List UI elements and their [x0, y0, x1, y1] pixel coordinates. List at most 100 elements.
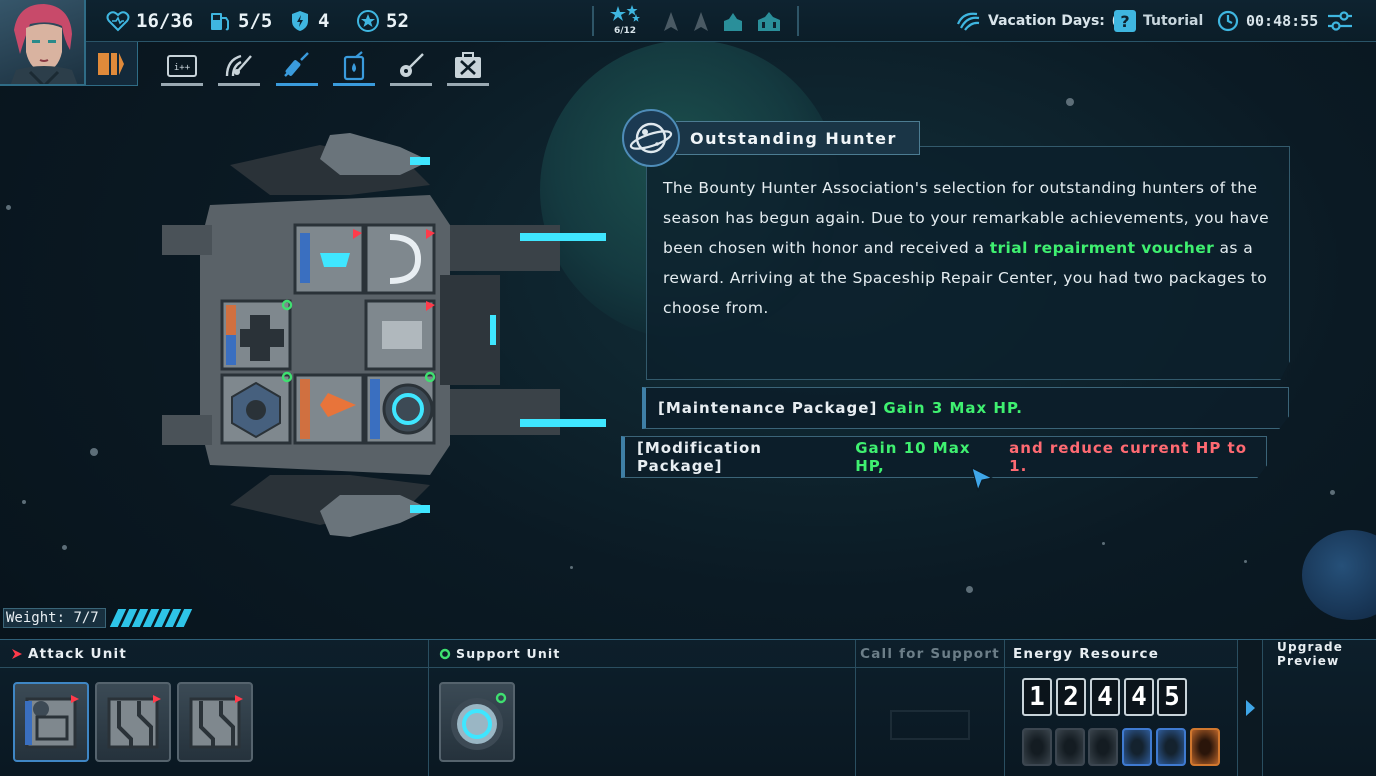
tool-guitar[interactable]	[390, 46, 432, 86]
attack-unit-card[interactable]	[13, 682, 89, 762]
option-label: [Modification Package]	[637, 439, 762, 475]
energy-number: 4	[1090, 678, 1120, 716]
tool-repair-kit[interactable]	[447, 46, 489, 86]
shield-icon	[292, 11, 308, 31]
flagship-icon	[758, 12, 780, 31]
expand-upgrade-button[interactable]	[1237, 640, 1262, 776]
energy-cell	[1022, 728, 1052, 766]
green-ring-icon	[439, 648, 451, 659]
tool-syringe[interactable]	[276, 46, 318, 86]
event-header: Outstanding Hunter	[622, 109, 920, 167]
ship-silhouette-icon	[664, 12, 678, 31]
fuel-stat: 5/5	[208, 8, 272, 34]
support-unit-label: Support Unit	[456, 646, 561, 661]
option-modification-package[interactable]: [Modification Package] Gain 10 Max HP, a…	[621, 436, 1267, 478]
energy-resource-label: Energy Resource	[1013, 645, 1160, 662]
heart-icon	[106, 11, 130, 32]
support-unit-header: Support Unit	[429, 640, 855, 668]
cannon-module-icon	[25, 695, 79, 749]
sliders-icon	[1328, 11, 1352, 31]
energy-cell	[1055, 728, 1085, 766]
event-text-highlight: trial repairment voucher	[989, 239, 1215, 257]
star-coin-icon	[357, 10, 379, 32]
shield-value: 4	[318, 10, 330, 32]
pilot-avatar[interactable]	[0, 0, 86, 86]
syringe-icon	[284, 52, 309, 77]
coin-stat: 52	[356, 8, 409, 34]
attack-unit-card[interactable]	[95, 682, 171, 762]
weight-bar	[109, 609, 192, 627]
gain-value: 3	[931, 399, 944, 417]
energy-resource-header: Energy Resource	[1005, 640, 1237, 668]
star	[62, 545, 67, 550]
support-unit-card[interactable]	[439, 682, 515, 762]
attack-unit-label: Attack Unit	[28, 645, 127, 662]
attack-unit-card[interactable]	[177, 682, 253, 762]
call-support-label: Call for Support	[860, 645, 1000, 662]
divider	[797, 6, 799, 36]
ship-silhouette-icon	[694, 12, 708, 31]
player-spaceship[interactable]	[150, 125, 620, 545]
mothership-icon	[724, 13, 742, 31]
clock-icon	[1217, 10, 1239, 32]
tool-radar[interactable]	[218, 46, 260, 86]
settings-button[interactable]	[1326, 9, 1354, 33]
repair-kit-icon	[455, 52, 481, 78]
stars-value: 6/12	[613, 26, 637, 36]
star-progress: 6/12	[606, 4, 644, 38]
hp-value: 16/36	[136, 10, 194, 32]
star	[6, 205, 11, 210]
planet-small	[1302, 530, 1376, 620]
star	[1066, 98, 1074, 106]
tutorial-label: Tutorial	[1143, 13, 1204, 29]
galaxy-icon	[956, 12, 980, 31]
chevron-right-icon	[1246, 700, 1255, 716]
mouse-cursor-icon	[971, 467, 994, 492]
timer-value: 00:48:55	[1246, 12, 1319, 30]
help-icon: ?	[1114, 10, 1136, 32]
option-gain: Gain 3 Max HP.	[883, 399, 1023, 417]
divider	[592, 6, 594, 36]
energy-cell	[1088, 728, 1118, 766]
coin-value: 52	[386, 10, 409, 32]
star	[966, 586, 973, 593]
call-support-header[interactable]: Call for Support	[856, 640, 1004, 668]
star	[22, 500, 26, 504]
hp-stat: 16/36	[106, 8, 193, 34]
energy-number: 1	[1022, 678, 1052, 716]
gain-word: Gain	[855, 439, 898, 457]
gain-value: 10	[903, 439, 927, 457]
tutorial-button[interactable]: ? Tutorial	[1114, 9, 1203, 33]
energy-cell	[1122, 728, 1152, 766]
spaceship-hull-icon	[162, 133, 606, 537]
event-title: Outstanding Hunter	[676, 121, 920, 155]
weight-value: 7/7	[73, 610, 99, 626]
tool-program[interactable]: i++	[161, 46, 203, 86]
tool-fuel-can[interactable]	[333, 46, 375, 86]
energy-number: 2	[1056, 678, 1086, 716]
fuel-value: 5/5	[238, 10, 273, 32]
gain-word: Gain	[883, 399, 926, 417]
planet-icon	[629, 122, 673, 154]
star	[1102, 542, 1105, 545]
energy-number: 5	[1157, 678, 1187, 716]
rail-module-icon	[107, 695, 161, 749]
star	[1244, 560, 1247, 563]
weight-label-box: Weight: 7/7	[3, 608, 106, 628]
svg-text:i++: i++	[174, 63, 191, 73]
planet-event-icon	[622, 109, 680, 167]
red-arrow-icon	[12, 648, 22, 659]
shield-stat: 4	[288, 8, 329, 34]
fuel-pump-icon	[211, 13, 229, 31]
vacation-days: Vacation Days: 0	[955, 9, 1121, 33]
logbook-icon	[98, 53, 124, 75]
star	[1330, 490, 1335, 495]
play-timer: 00:48:55	[1217, 9, 1318, 33]
guitar-icon	[400, 53, 424, 77]
radar-icon	[225, 54, 252, 77]
option-maintenance-package[interactable]: [Maintenance Package] Gain 3 Max HP.	[642, 387, 1289, 429]
star	[570, 566, 573, 569]
energy-cell	[1190, 728, 1220, 766]
logbook-button[interactable]	[86, 42, 138, 86]
call-support-slot	[890, 710, 970, 740]
